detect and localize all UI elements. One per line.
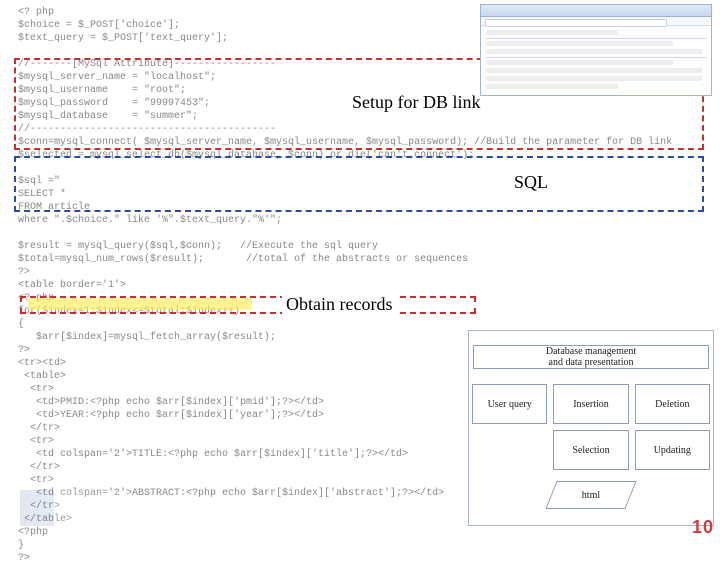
page-number: 10 xyxy=(692,517,714,538)
diagram-header: Database management and data presentatio… xyxy=(473,345,709,369)
browser-addressbar xyxy=(481,17,711,26)
annotation-label-setup: Setup for DB link xyxy=(348,92,485,113)
diagram-html-shape: html xyxy=(545,481,636,509)
diagram-cell-deletion: Deletion xyxy=(635,384,710,424)
annotation-label-records: Obtain records xyxy=(282,294,396,315)
browser-thumbnail xyxy=(480,4,712,96)
annotation-label-sql: SQL xyxy=(510,172,552,193)
browser-titlebar xyxy=(481,5,711,17)
diagram-cell-updating: Updating xyxy=(635,430,710,470)
architecture-diagram: Database management and data presentatio… xyxy=(468,330,714,526)
watermark xyxy=(20,490,130,526)
browser-body xyxy=(481,26,711,96)
diagram-cell-selection: Selection xyxy=(553,430,628,470)
diagram-cell-insertion: Insertion xyxy=(553,384,628,424)
diagram-cell-user-query: User query xyxy=(472,384,547,424)
